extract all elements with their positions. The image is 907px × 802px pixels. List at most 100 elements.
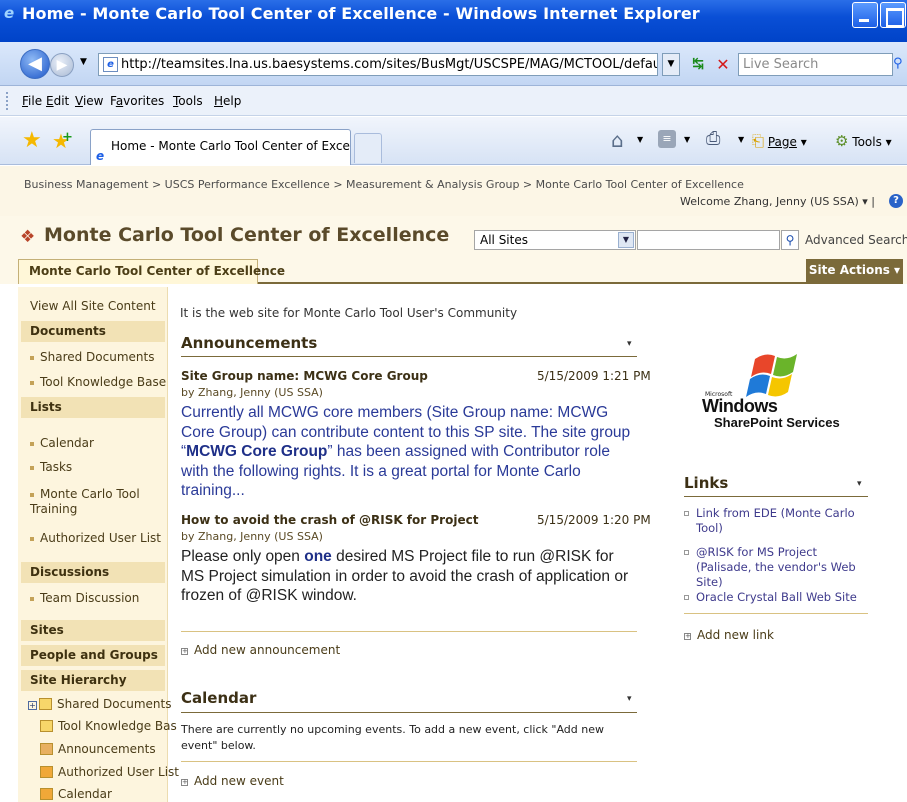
webpart-divider xyxy=(181,356,637,357)
webpart-menu-icon[interactable]: ▾ xyxy=(857,479,862,489)
nav-item-monte-carlo-training[interactable]: Monte Carlo Tool Training xyxy=(30,487,160,517)
address-toolbar: ◀ ▶ ▼ e http://teamsites.lna.us.baesyste… xyxy=(0,42,907,86)
stop-icon[interactable]: ✕ xyxy=(713,55,733,75)
links-title[interactable]: Links xyxy=(684,474,728,492)
announcement-title[interactable]: Site Group name: MCWG Core Group xyxy=(181,369,428,383)
tree-item-shared-documents[interactable]: + Shared Documents xyxy=(28,697,171,711)
tree-item-authorized-user-list[interactable]: Authorized User List xyxy=(40,765,179,779)
site-title[interactable]: Monte Carlo Tool Center of Excellence xyxy=(44,224,449,246)
menu-edit[interactable]: Edit xyxy=(46,94,69,108)
nav-item-shared-documents[interactable]: Shared Documents xyxy=(30,350,154,365)
maximize-button[interactable] xyxy=(880,2,906,28)
gear-icon: ⚙ xyxy=(835,132,849,150)
nav-item-team-discussion[interactable]: Team Discussion xyxy=(30,591,139,606)
add-new-event-link[interactable]: + Add new event xyxy=(181,774,284,788)
help-icon[interactable]: ? xyxy=(889,194,903,208)
sharepoint-global-bar xyxy=(0,166,907,216)
announcement-body: Please only open one desired MS Project … xyxy=(181,548,629,604)
nav-header-people-groups[interactable]: People and Groups xyxy=(21,645,165,666)
new-tab-button[interactable] xyxy=(354,133,382,163)
menu-favorites[interactable]: Favorites xyxy=(110,94,164,108)
back-button[interactable]: ◀ xyxy=(20,49,50,79)
logo-windows-text: Windows xyxy=(702,396,778,416)
list-icon xyxy=(40,766,53,778)
search-icon[interactable]: ⚲ xyxy=(781,230,799,250)
print-icon[interactable]: ⎙ xyxy=(706,128,720,149)
toolbar-grip[interactable] xyxy=(6,92,9,110)
nav-header-documents[interactable]: Documents xyxy=(21,321,165,342)
nav-header-lists[interactable]: Lists xyxy=(21,397,165,418)
view-all-site-content-link[interactable]: View All Site Content xyxy=(30,299,156,313)
tree-item-tool-knowledge-base[interactable]: Tool Knowledge Bas xyxy=(40,719,177,733)
tree-item-announcements[interactable]: Announcements xyxy=(40,742,156,756)
announcement-author: by Zhang, Jenny (US SSA) xyxy=(181,530,323,543)
feeds-icon[interactable]: ≡ xyxy=(658,130,676,148)
print-dropdown-icon[interactable]: ▼ xyxy=(738,135,744,144)
logo-sharepoint-text: SharePoint Services xyxy=(714,415,840,430)
search-icon[interactable]: ⚲ xyxy=(893,53,907,76)
calendar-title[interactable]: Calendar xyxy=(181,689,256,707)
menu-tools[interactable]: Tools xyxy=(173,94,203,108)
add-new-link-link[interactable]: + Add new link xyxy=(684,628,774,642)
history-dropdown-icon[interactable]: ▼ xyxy=(80,57,87,67)
menu-file[interactable]: File xyxy=(22,94,42,108)
menu-help[interactable]: Help xyxy=(214,94,241,108)
page-icon: e xyxy=(103,57,118,72)
site-actions-menu[interactable]: Site Actions ▾ xyxy=(806,259,903,284)
refresh-icon[interactable]: ↹ xyxy=(688,55,708,75)
menu-view[interactable]: View xyxy=(75,94,103,108)
add-favorite-icon[interactable]: ★ xyxy=(52,127,73,152)
add-icon: + xyxy=(181,647,188,655)
address-input[interactable]: e http://teamsites.lna.us.baesystems.com… xyxy=(98,53,658,76)
tree-item-calendar[interactable]: Calendar xyxy=(40,787,112,801)
nav-item-tasks[interactable]: Tasks xyxy=(30,460,72,475)
link-item[interactable]: @RISK for MS Project (Palisade, the vend… xyxy=(684,545,864,590)
home-dropdown-icon[interactable]: ▼ xyxy=(637,135,643,144)
minimize-button[interactable] xyxy=(852,2,878,28)
chevron-down-icon: ▼ xyxy=(618,232,634,248)
link-item[interactable]: Oracle Crystal Ball Web Site xyxy=(684,590,864,605)
page-menu-button[interactable]: ⎗ Page ▾ xyxy=(752,132,807,150)
tools-menu-button[interactable]: ⚙ Tools ▾ xyxy=(835,132,892,150)
command-bar: ★ ★ e Home - Monte Carlo Tool Center of … xyxy=(0,117,907,165)
expand-icon[interactable]: + xyxy=(28,701,37,710)
nav-item-authorized-user-list[interactable]: Authorized User List xyxy=(30,531,161,546)
link-item[interactable]: Link from EDE (Monte Carlo Tool) xyxy=(684,506,864,536)
announcement-author: by Zhang, Jenny (US SSA) xyxy=(181,386,323,399)
announcements-icon xyxy=(40,743,53,755)
nav-item-calendar[interactable]: Calendar xyxy=(30,436,94,451)
favorites-center-icon[interactable]: ★ xyxy=(22,130,42,152)
feeds-dropdown-icon[interactable]: ▼ xyxy=(684,135,690,144)
search-scope-select[interactable]: All Sites ▼ xyxy=(474,230,636,250)
announcement-date: 5/15/2009 1:20 PM xyxy=(537,513,651,527)
site-logo-icon: ❖ xyxy=(20,227,36,247)
section-divider xyxy=(181,761,637,762)
section-divider xyxy=(684,613,868,614)
add-new-announcement-link[interactable]: + Add new announcement xyxy=(181,643,340,657)
window-title: Home - Monte Carlo Tool Center of Excell… xyxy=(22,4,700,23)
home-icon[interactable]: ⌂ xyxy=(611,128,624,152)
nav-header-discussions[interactable]: Discussions xyxy=(21,562,165,583)
announcement-title[interactable]: How to avoid the crash of @RISK for Proj… xyxy=(181,513,478,527)
address-dropdown-icon[interactable]: ▼ xyxy=(662,53,680,76)
breadcrumb[interactable]: Business Management > USCS Performance E… xyxy=(24,178,744,191)
calendar-empty-message: There are currently no upcoming events. … xyxy=(181,723,604,752)
announcements-title[interactable]: Announcements xyxy=(181,334,317,352)
window-title-bar: e Home - Monte Carlo Tool Center of Exce… xyxy=(0,0,907,42)
advanced-search-link[interactable]: Advanced Search xyxy=(805,233,907,247)
nav-item-tool-knowledge-base[interactable]: Tool Knowledge Base xyxy=(30,375,166,390)
address-url: http://teamsites.lna.us.baesystems.com/s… xyxy=(121,57,658,72)
announcement-date: 5/15/2009 1:21 PM xyxy=(537,369,651,383)
forward-button[interactable]: ▶ xyxy=(50,53,74,77)
site-search-input[interactable] xyxy=(637,230,780,250)
nav-header-sites[interactable]: Sites xyxy=(21,620,165,641)
top-nav-tab-home[interactable]: Monte Carlo Tool Center of Excellence xyxy=(18,259,285,284)
browser-tab-home[interactable]: e Home - Monte Carlo Tool Center of Exce… xyxy=(90,129,351,165)
calendar-icon xyxy=(40,788,53,800)
webpart-menu-icon[interactable]: ▾ xyxy=(627,694,632,704)
welcome-menu[interactable]: Welcome Zhang, Jenny (US SSA) ▾ | xyxy=(680,195,875,208)
menu-bar: File Edit View Favorites Tools Help xyxy=(0,86,907,116)
webpart-menu-icon[interactable]: ▾ xyxy=(627,339,632,349)
nav-header-site-hierarchy[interactable]: Site Hierarchy xyxy=(21,670,165,691)
live-search-input[interactable]: Live Search xyxy=(738,53,893,76)
